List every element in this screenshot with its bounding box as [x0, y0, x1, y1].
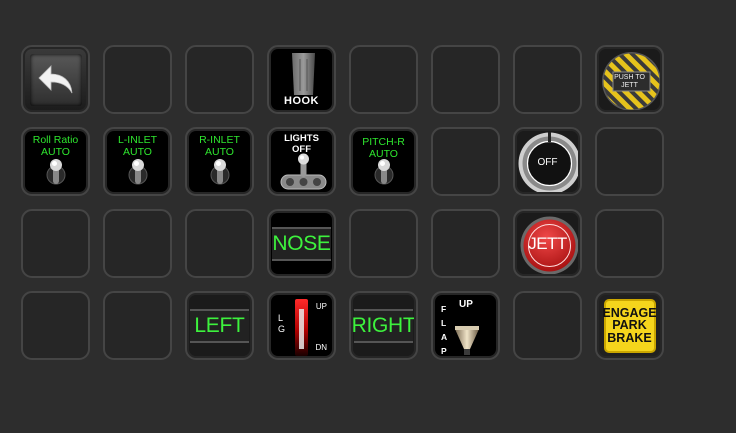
park-brake-key[interactable]: ENGAGE PARK BRAKE — [595, 291, 664, 360]
empty-key[interactable] — [185, 209, 254, 278]
empty-key[interactable] — [513, 45, 582, 114]
hook-label: HOOK — [284, 95, 319, 107]
jett-label: JETT — [528, 233, 567, 253]
empty-key[interactable] — [513, 291, 582, 360]
empty-key[interactable] — [595, 209, 664, 278]
right-label: RIGHT — [353, 308, 414, 343]
empty-key[interactable] — [21, 291, 90, 360]
jett-key[interactable]: JETT — [513, 209, 582, 278]
nose-key[interactable]: NOSE — [267, 209, 336, 278]
off-knob-label: OFF — [537, 157, 558, 168]
empty-key[interactable] — [349, 45, 418, 114]
empty-key[interactable] — [103, 209, 172, 278]
l-inlet-label: L-INLET AUTO — [117, 134, 158, 158]
hook-key[interactable]: HOOK — [267, 45, 336, 114]
empty-key[interactable] — [431, 45, 500, 114]
back-arrow-icon — [37, 64, 72, 93]
left-key[interactable]: LEFT — [185, 291, 254, 360]
left-label: LEFT — [190, 308, 249, 343]
landing-gear-key[interactable]: L G UP DN — [267, 291, 336, 360]
right-key[interactable]: RIGHT — [349, 291, 418, 360]
empty-key[interactable] — [595, 127, 664, 196]
park-brake-label: ENGAGE PARK BRAKE — [602, 298, 657, 353]
empty-key[interactable] — [185, 45, 254, 114]
l-inlet-key[interactable]: L-INLET AUTO — [103, 127, 172, 196]
flap-lever-icon — [455, 326, 479, 355]
toggle-switch-icon — [374, 159, 393, 185]
toggle-switch-icon — [46, 159, 65, 185]
off-knob-key[interactable]: OFF — [513, 127, 582, 196]
empty-key[interactable] — [431, 209, 500, 278]
push-to-jett-key[interactable]: PUSH TO JETT — [595, 45, 664, 114]
empty-key[interactable] — [349, 209, 418, 278]
lights-key[interactable]: LIGHTS OFF — [267, 127, 336, 196]
roll-ratio-key[interactable]: Roll Ratio AUTO — [21, 127, 90, 196]
roll-ratio-label: Roll Ratio AUTO — [32, 134, 79, 158]
lights-switch-icon — [280, 153, 327, 190]
empty-key[interactable] — [103, 291, 172, 360]
nose-label: NOSE — [272, 226, 331, 261]
toggle-switch-icon — [128, 159, 147, 185]
empty-key[interactable] — [103, 45, 172, 114]
back-key[interactable] — [21, 45, 90, 114]
r-inlet-key[interactable]: R-INLET AUTO — [185, 127, 254, 196]
r-inlet-label: R-INLET AUTO — [199, 134, 240, 158]
flap-key[interactable]: UP F L A P — [431, 291, 500, 360]
push-to-jett-label: PUSH TO JETT — [614, 74, 645, 89]
landing-gear-lever-icon — [295, 299, 308, 356]
stream-deck-grid: HOOK PUSH TO JETT Roll Ratio AUTO L-INLE… — [21, 45, 664, 360]
pitch-r-key[interactable]: PITCH-R AUTO — [349, 127, 418, 196]
empty-key[interactable] — [21, 209, 90, 278]
empty-key[interactable] — [431, 127, 500, 196]
toggle-switch-icon — [210, 159, 229, 185]
